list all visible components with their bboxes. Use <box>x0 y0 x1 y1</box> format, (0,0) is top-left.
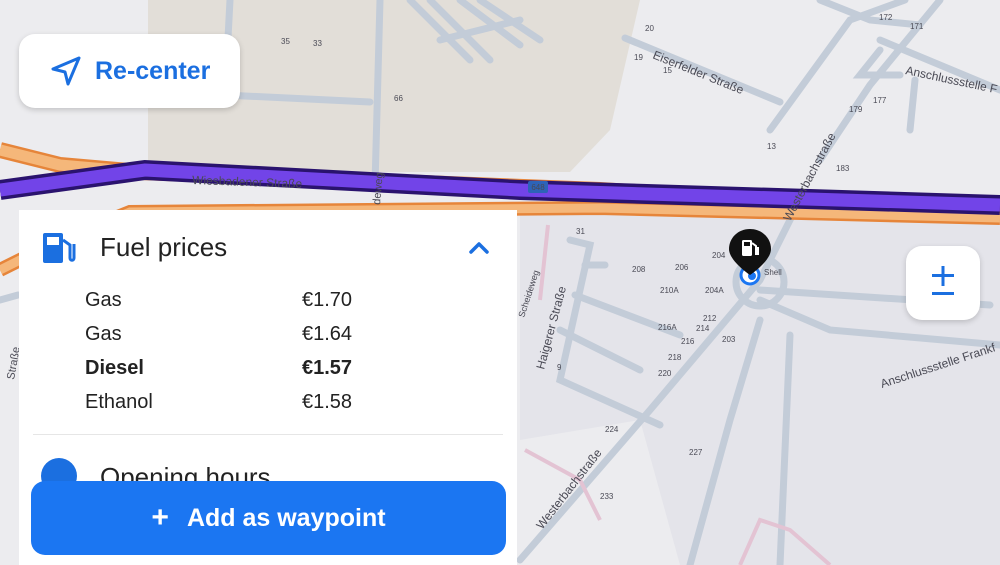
navigation-arrow-icon <box>49 54 83 88</box>
fuel-station-pin[interactable] <box>727 227 773 287</box>
house-number: 208 <box>632 265 646 274</box>
fuel-type: Gas <box>85 323 122 345</box>
house-number: 212 <box>703 314 717 323</box>
house-number: 206 <box>675 263 689 272</box>
house-number: 19 <box>634 53 643 62</box>
fuel-prices-header[interactable]: Fuel prices <box>19 210 517 284</box>
panel-title: Fuel prices <box>100 232 228 262</box>
add-waypoint-button[interactable]: + Add as waypoint <box>31 481 506 555</box>
recenter-button[interactable]: Re-center <box>19 34 240 108</box>
house-number: 20 <box>645 24 654 33</box>
zoom-plus-minus-icon <box>932 266 954 295</box>
zoom-button[interactable] <box>906 246 980 320</box>
house-number: 66 <box>394 94 403 103</box>
house-number: 171 <box>910 22 924 31</box>
house-number: 216A <box>658 323 677 332</box>
house-number: 216 <box>681 337 695 346</box>
house-number: 172 <box>879 13 893 22</box>
price-row: Ethanol €1.58 <box>85 391 375 421</box>
price-row: Gas €1.64 <box>85 323 375 353</box>
house-number: 183 <box>836 164 850 173</box>
route-badge: 648 <box>531 183 545 192</box>
fuel-price: €1.57 <box>302 357 353 379</box>
fuel-pump-icon <box>41 230 77 266</box>
house-number: 203 <box>722 335 736 344</box>
house-number: 177 <box>873 96 887 105</box>
house-number: 35 <box>281 37 290 46</box>
house-number: 233 <box>600 492 614 501</box>
chevron-up-icon[interactable] <box>465 234 493 262</box>
house-number: 204 <box>712 251 726 260</box>
house-number: 179 <box>849 105 863 114</box>
house-number: 13 <box>767 142 776 151</box>
house-number: 9 <box>557 363 562 372</box>
plus-icon: + <box>151 501 169 534</box>
price-row: Gas €1.70 <box>85 289 375 319</box>
add-waypoint-label: Add as waypoint <box>186 503 386 532</box>
house-number: 218 <box>668 353 682 362</box>
house-number: 204A <box>705 286 724 295</box>
house-number: 210A <box>660 286 679 295</box>
divider <box>33 434 503 435</box>
fuel-pump-icon <box>729 229 771 275</box>
house-number: 227 <box>689 448 703 457</box>
price-row: Diesel €1.57 <box>85 357 375 387</box>
fuel-type: Ethanol <box>85 391 153 413</box>
house-number: 33 <box>313 39 322 48</box>
fuel-price: €1.70 <box>302 289 353 311</box>
fuel-price: €1.64 <box>302 323 353 345</box>
house-number: 220 <box>658 369 672 378</box>
fuel-type: Diesel <box>85 357 144 379</box>
house-number: 15 <box>663 66 672 75</box>
house-number: 214 <box>696 324 710 333</box>
house-number: 31 <box>576 227 585 236</box>
recenter-label: Re-center <box>95 56 211 85</box>
house-number: 224 <box>605 425 619 434</box>
fuel-price: €1.58 <box>302 391 353 413</box>
fuel-type: Gas <box>85 289 122 311</box>
